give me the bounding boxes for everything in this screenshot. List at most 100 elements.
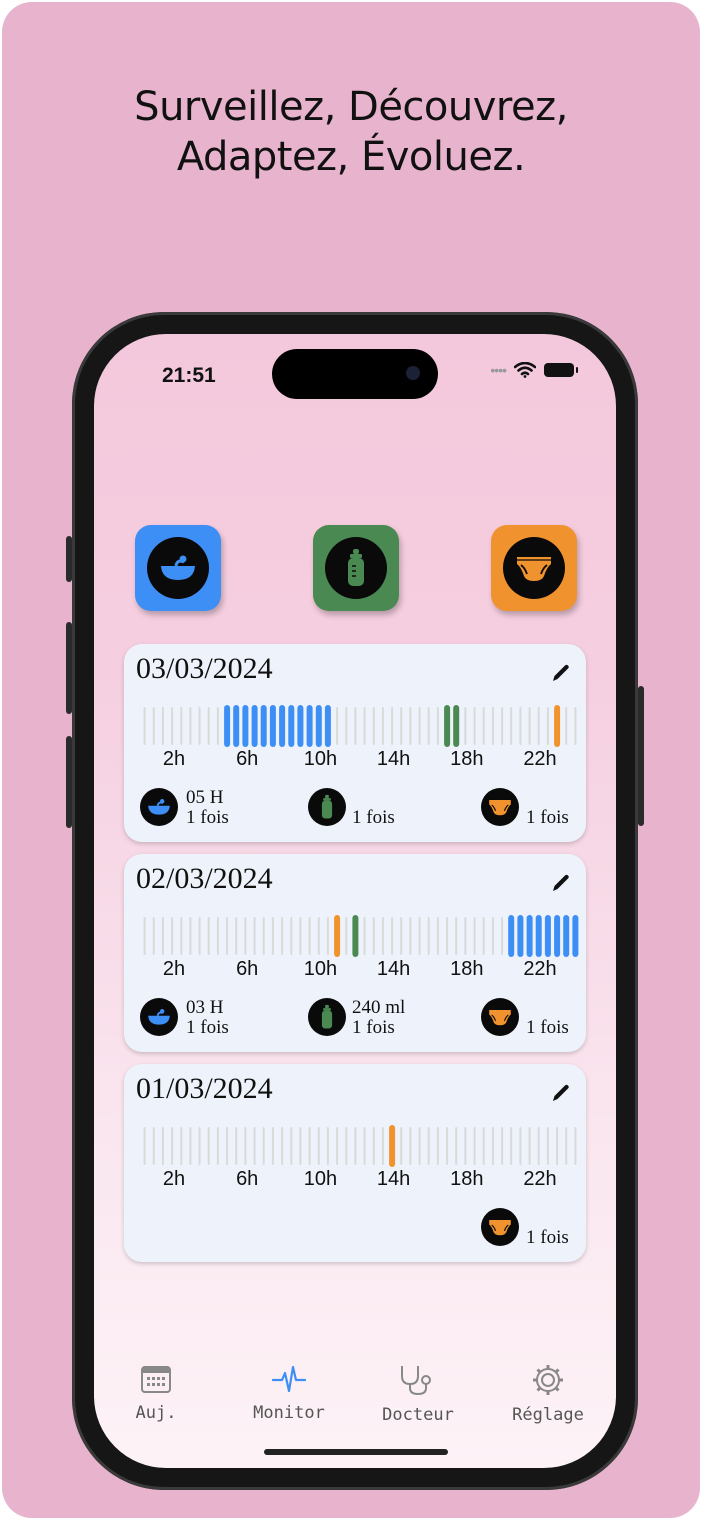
axis-label: 10h <box>303 748 338 770</box>
timeline-diaper-tick <box>389 1125 396 1167</box>
timeline-empty-tick <box>446 1127 449 1165</box>
timeline-empty-tick <box>482 917 485 955</box>
day-date: 03/03/2024 <box>136 652 273 685</box>
diaper-summary-count: 1 fois <box>526 1227 569 1248</box>
status-time: 21:51 <box>162 364 216 387</box>
timeline-bottle-tick <box>444 705 451 747</box>
timeline-empty-tick <box>363 917 366 955</box>
bottle-summary-count: 1 fois <box>352 807 395 828</box>
timeline-empty-tick <box>244 1127 247 1165</box>
axis-label: 6h <box>236 748 259 770</box>
timeline-empty-tick <box>308 1127 311 1165</box>
timeline-empty-tick <box>537 707 540 745</box>
axis-label: 6h <box>236 958 259 980</box>
axis-label: 2h <box>162 958 186 980</box>
marketing-headline: Surveillez, Découvrez, Adaptez, Évoluez. <box>2 82 700 182</box>
day-card[interactable]: 01/03/2024 2h 6h 10h 14h 18h 22h 1 fois <box>124 1064 586 1262</box>
tab-doctor[interactable]: Docteur <box>358 1364 478 1425</box>
timeline-empty-tick <box>171 707 174 745</box>
day-summary: 1 fois <box>124 1206 586 1252</box>
edit-pencil-icon[interactable] <box>550 662 572 689</box>
timeline-bath-tick <box>315 705 322 747</box>
app-store-screenshot: Surveillez, Découvrez, Adaptez, Évoluez.… <box>2 2 700 1518</box>
add-bath-button[interactable] <box>135 525 221 611</box>
timeline-empty-tick <box>207 1127 210 1165</box>
day-card[interactable]: 02/03/2024 2h 6h 10h 14h 18h 22h 03 H1 fois 240 … <box>124 854 586 1052</box>
timeline-empty-tick <box>143 707 146 745</box>
timeline-empty-tick <box>345 707 348 745</box>
timeline-empty-tick <box>400 917 403 955</box>
timeline-empty-tick <box>363 707 366 745</box>
timeline-empty-tick <box>152 1127 155 1165</box>
tab-settings[interactable]: Réglage <box>488 1364 608 1425</box>
timeline-empty-tick <box>354 1127 357 1165</box>
timeline-empty-tick <box>381 707 384 745</box>
timeline-bath-tick <box>260 705 267 747</box>
timeline-empty-tick <box>281 917 284 955</box>
day-timeline <box>143 1125 577 1167</box>
timeline-empty-tick <box>345 917 348 955</box>
axis-label: 14h <box>376 748 411 770</box>
timeline-empty-tick <box>317 1127 320 1165</box>
timeline-empty-tick <box>427 1127 430 1165</box>
add-bottle-button[interactable] <box>313 525 399 611</box>
time-axis: 2h 6h 10h 14h 18h 22h <box>124 1168 586 1198</box>
tab-label: Docteur <box>382 1405 454 1425</box>
edit-pencil-icon[interactable] <box>550 1082 572 1109</box>
timeline-empty-tick <box>363 1127 366 1165</box>
timeline-bottle-tick <box>453 705 460 747</box>
timeline-empty-tick <box>143 917 146 955</box>
timeline-bath-tick <box>517 915 524 957</box>
timeline-empty-tick <box>482 707 485 745</box>
edit-pencil-icon[interactable] <box>550 872 572 899</box>
axis-label: 10h <box>303 1168 338 1190</box>
time-axis: 2h 6h 10h 14h 18h 22h <box>124 958 586 988</box>
axis-label: 18h <box>450 748 484 770</box>
timeline-empty-tick <box>345 1127 348 1165</box>
timeline-empty-tick <box>482 1127 485 1165</box>
timeline-empty-tick <box>436 1127 439 1165</box>
timeline-empty-tick <box>381 917 384 955</box>
timeline-empty-tick <box>501 1127 504 1165</box>
timeline-empty-tick <box>216 917 219 955</box>
timeline-empty-tick <box>189 707 192 745</box>
timeline-empty-tick <box>281 1127 284 1165</box>
timeline-empty-tick <box>519 707 522 745</box>
diaper-icon <box>481 788 519 826</box>
timeline-empty-tick <box>336 1127 339 1165</box>
axis-label: 14h <box>376 958 411 980</box>
timeline-empty-tick <box>271 1127 274 1165</box>
headline-line-1: Surveillez, Découvrez, <box>134 84 568 130</box>
timeline-empty-tick <box>510 707 513 745</box>
power-button <box>638 686 644 826</box>
tab-label: Auj. <box>135 1403 177 1423</box>
timeline-empty-tick <box>189 1127 192 1165</box>
tab-today[interactable]: Auj. <box>96 1364 216 1423</box>
timeline-bath-tick <box>224 705 231 747</box>
tab-monitor[interactable]: Monitor <box>229 1364 349 1423</box>
timeline-empty-tick <box>244 917 247 955</box>
phone-frame: 21:51 •••• 03/03/2024 2h 6h 10h 14h 18h … <box>66 312 644 1490</box>
day-date: 01/03/2024 <box>136 1072 273 1105</box>
timeline-empty-tick <box>299 1127 302 1165</box>
timeline-empty-tick <box>427 707 430 745</box>
timeline-empty-tick <box>235 917 238 955</box>
timeline-empty-tick <box>565 707 568 745</box>
timeline-empty-tick <box>491 1127 494 1165</box>
timeline-empty-tick <box>473 1127 476 1165</box>
timeline-empty-tick <box>299 917 302 955</box>
timeline-empty-tick <box>262 1127 265 1165</box>
phone-screen: 21:51 •••• 03/03/2024 2h 6h 10h 14h 18h … <box>94 334 616 1468</box>
timeline-empty-tick <box>528 707 531 745</box>
bath-summary-value: 03 H <box>186 997 224 1018</box>
timeline-empty-tick <box>418 1127 421 1165</box>
timeline-empty-tick <box>409 917 412 955</box>
timeline-empty-tick <box>418 917 421 955</box>
timeline-empty-tick <box>198 1127 201 1165</box>
day-card[interactable]: 03/03/2024 2h 6h 10h 14h 18h 22h 05 H1 fois 1 fo… <box>124 644 586 842</box>
diaper-summary-count: 1 fois <box>526 807 569 828</box>
add-diaper-button[interactable] <box>491 525 577 611</box>
bath-icon <box>140 788 178 826</box>
timeline-empty-tick <box>198 917 201 955</box>
timeline-empty-tick <box>400 1127 403 1165</box>
